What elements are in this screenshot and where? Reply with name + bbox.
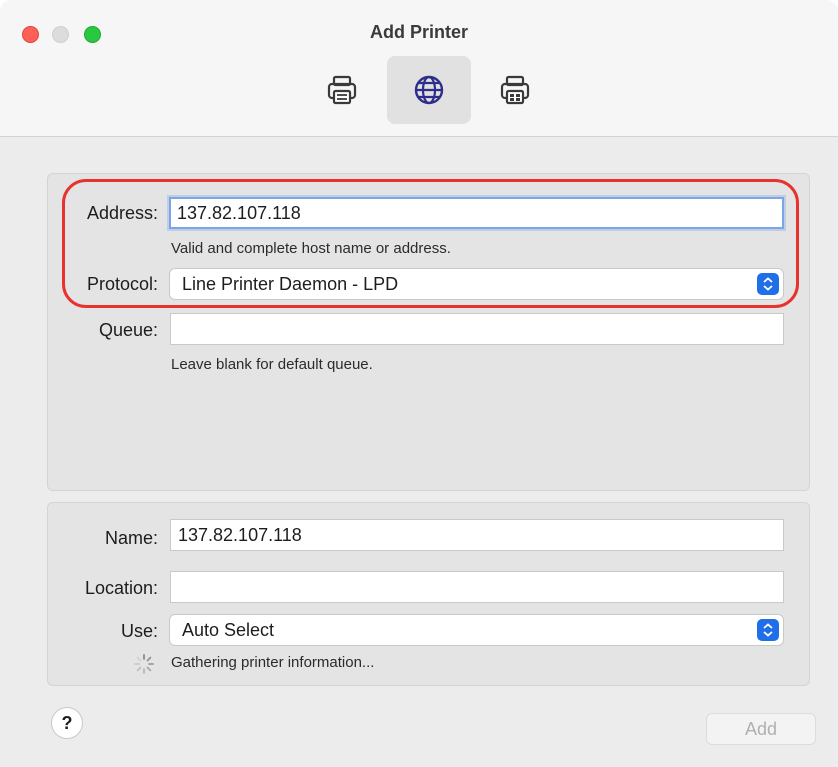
queue-hint: Leave blank for default queue. — [171, 356, 373, 373]
add-button[interactable]: Add — [706, 713, 816, 745]
address-input[interactable]: 137.82.107.118 — [169, 197, 784, 229]
windows-printer-tab[interactable] — [473, 56, 557, 124]
address-label: Address: — [86, 203, 158, 223]
ip-printer-tab[interactable] — [387, 56, 471, 124]
status-text: Gathering printer information... — [171, 654, 375, 671]
select-stepper-icon — [757, 619, 779, 641]
printer-icon — [327, 75, 357, 105]
protocol-value: Line Printer Daemon - LPD — [182, 274, 399, 294]
address-hint: Valid and complete host name or address. — [171, 240, 451, 257]
windows-printer-icon — [500, 75, 530, 105]
globe-icon — [414, 75, 444, 105]
add-printer-window: Add Printer Address: 137.82.107.118 Vali… — [0, 0, 838, 767]
select-stepper-icon — [757, 273, 779, 295]
location-label: Location: — [84, 578, 158, 598]
location-input[interactable] — [170, 571, 784, 603]
name-label: Name: — [104, 528, 158, 548]
title-bar: Add Printer — [0, 0, 838, 137]
name-input[interactable]: 137.82.107.118 — [170, 519, 784, 551]
use-value: Auto Select — [182, 620, 275, 640]
protocol-select[interactable]: Line Printer Daemon - LPD — [169, 268, 784, 300]
help-button[interactable]: ? — [51, 707, 83, 739]
protocol-label: Protocol: — [86, 274, 158, 294]
queue-input[interactable] — [170, 313, 784, 345]
window-title: Add Printer — [369, 22, 468, 42]
default-printers-tab[interactable] — [300, 56, 384, 124]
use-select[interactable]: Auto Select — [169, 614, 784, 646]
use-label: Use: — [120, 621, 158, 641]
queue-label: Queue: — [98, 320, 158, 340]
loading-spinner-icon — [134, 654, 154, 674]
